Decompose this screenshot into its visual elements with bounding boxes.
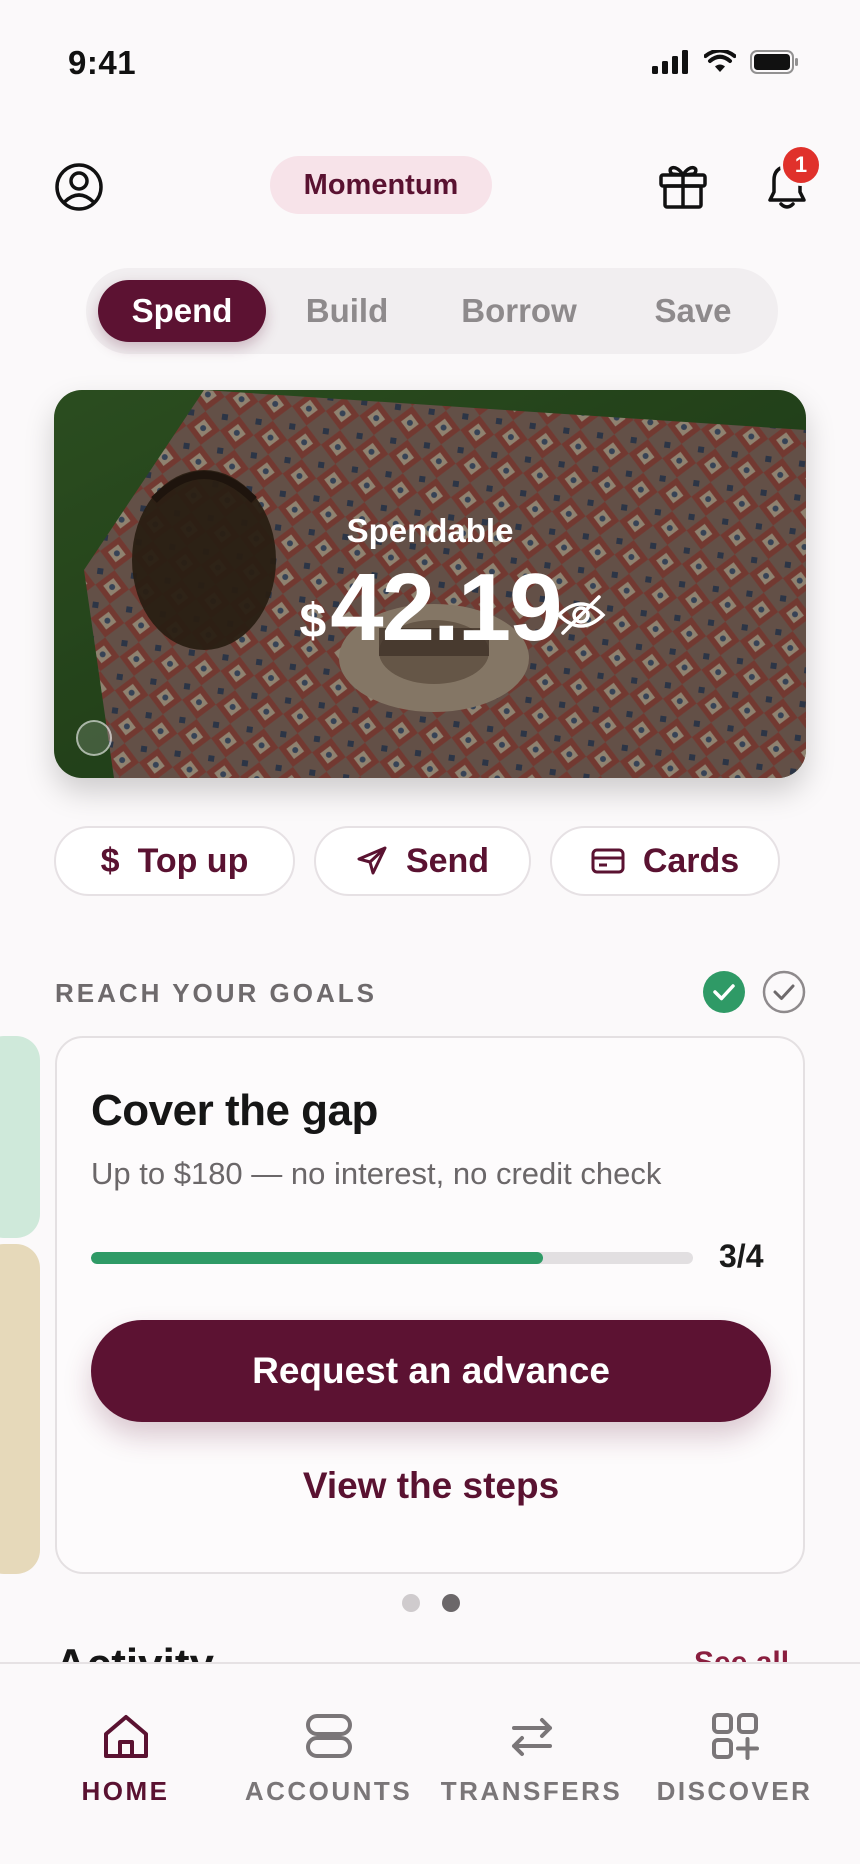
balance-currency: $ [299, 595, 327, 648]
eye-off-icon[interactable] [554, 588, 608, 642]
check-outline-icon [762, 970, 806, 1014]
tab-build[interactable]: Build [276, 280, 418, 342]
dollar-icon: $ [100, 841, 120, 880]
nav-home-label: HOME [81, 1776, 170, 1806]
tab-save[interactable]: Save [620, 280, 766, 342]
pager-dot[interactable] [402, 1594, 420, 1612]
gift-icon[interactable] [656, 158, 710, 212]
goals-pager [402, 1594, 460, 1612]
nav-accounts-label: ACCOUNTS [244, 1776, 413, 1806]
nav-transfers[interactable]: TRANSFERS [424, 1664, 639, 1864]
nav-accounts[interactable]: ACCOUNTS [221, 1664, 436, 1864]
tab-spend[interactable]: Spend [98, 280, 266, 342]
card-indicator-dot [76, 720, 112, 756]
balance-label: Spendable [346, 512, 514, 549]
pager-dot-active[interactable] [442, 1594, 460, 1612]
balance-amount: $ 42.19 [54, 560, 806, 656]
bottom-nav: HOME ACCOUNTS TRANSFERS DISCOVER [0, 1662, 860, 1864]
battery-icon [750, 50, 798, 74]
home-icon [103, 1715, 148, 1758]
balance-card: Spendable $ 42.19 [54, 390, 806, 778]
check-filled-icon [703, 971, 745, 1013]
nav-discover-label: DISCOVER [656, 1776, 813, 1806]
top-up-label: Top up [137, 841, 249, 880]
product-tabs: Spend Build Borrow Save [86, 268, 778, 354]
status-bar: 9:41 [0, 0, 860, 120]
goals-section-label: REACH YOUR GOALS [55, 978, 377, 1008]
tab-borrow[interactable]: Borrow [428, 280, 610, 342]
send-icon [357, 846, 387, 875]
cards-button[interactable]: Cards [550, 826, 780, 896]
profile-icon[interactable] [54, 162, 104, 212]
previous-goal-card-peek-secondary[interactable] [0, 1244, 40, 1574]
goal-progress-count: 3/4 [719, 1238, 764, 1274]
nav-discover[interactable]: DISCOVER [627, 1664, 842, 1864]
nav-home[interactable]: HOME [18, 1664, 233, 1864]
status-time: 9:41 [68, 44, 137, 81]
goal-progress-bar [91, 1252, 693, 1264]
send-button[interactable]: Send [314, 826, 531, 896]
discover-icon [711, 1713, 759, 1760]
transfers-icon [511, 1718, 552, 1756]
plan-pill[interactable]: Momentum [270, 156, 492, 214]
notification-badge: 1 [780, 144, 822, 186]
goal-card: Cover the gap Up to $180 — no interest, … [55, 1036, 805, 1574]
request-advance-button[interactable]: Request an advance [91, 1320, 771, 1422]
card-icon [591, 848, 625, 874]
accounts-icon [305, 1714, 352, 1758]
status-icons [652, 50, 800, 74]
signal-icon [652, 50, 688, 74]
top-up-button[interactable]: $ Top up [54, 826, 295, 896]
balance-value: 42.19 [330, 554, 562, 661]
app-header: Momentum [0, 150, 860, 220]
view-steps-button[interactable]: View the steps [91, 1456, 771, 1516]
goal-subtitle: Up to $180 — no interest, no credit chec… [91, 1156, 662, 1191]
wifi-icon [704, 50, 736, 72]
goal-progress-fill [91, 1252, 543, 1264]
send-label: Send [405, 841, 490, 880]
nav-transfers-label: TRANSFERS [440, 1776, 623, 1806]
previous-goal-card-peek[interactable] [0, 1036, 40, 1238]
cards-label: Cards [642, 841, 740, 880]
goal-title: Cover the gap [91, 1086, 378, 1135]
